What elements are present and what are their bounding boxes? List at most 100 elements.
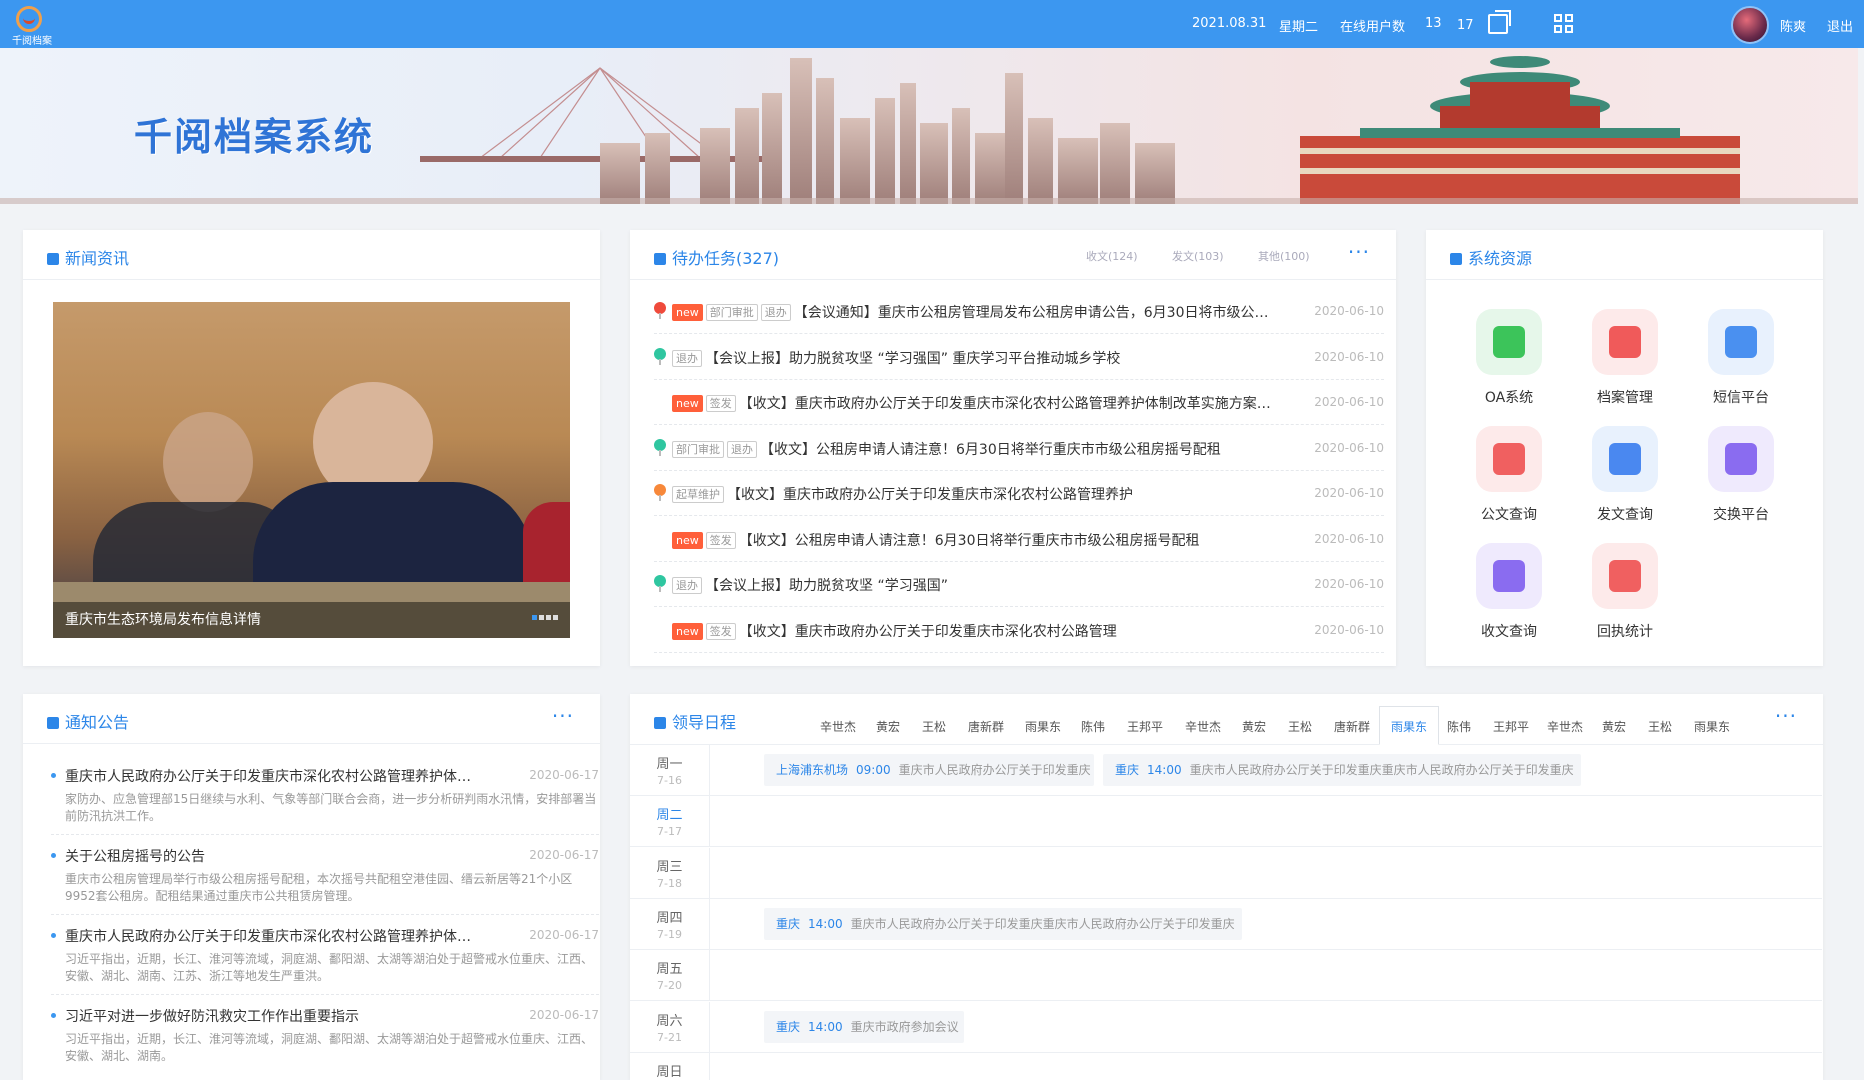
schedule-event[interactable]: 重庆 14:00 重庆市人民政府办公厅关于印发重庆重庆市人民政府办公厅关于印发重庆: [764, 907, 1242, 940]
logout-link[interactable]: 退出: [1827, 16, 1853, 35]
schedule-event[interactable]: 重庆 14:00 重庆市政府参加会议: [764, 1010, 964, 1043]
resource-tile[interactable]: [1476, 543, 1542, 609]
event-text: 重庆市人民政府办公厅关于印发重庆重庆市人民政府办公厅关于印发重庆: [1189, 763, 1574, 777]
resource-tile[interactable]: [1708, 426, 1774, 492]
leader-tab[interactable]: 王邦平: [1127, 718, 1163, 735]
resource-tile[interactable]: [1476, 426, 1542, 492]
resource-item[interactable]: 回执统计: [1575, 543, 1675, 641]
event-text: 重庆市人民政府办公厅关于印发重庆重庆市人民政府办公厅关于印发重庆: [850, 916, 1235, 931]
tab-sent[interactable]: 发文(103): [1172, 248, 1224, 264]
carousel-dot[interactable]: [553, 615, 558, 620]
leader-tab[interactable]: 辛世杰: [1547, 718, 1583, 735]
resource-item[interactable]: 交换平台: [1691, 426, 1791, 524]
leader-tab[interactable]: 雨果东: [1391, 718, 1427, 735]
task-title[interactable]: 起草维护 【收文】重庆市政府办公厅关于印发重庆市深化农村公路管理养护: [672, 484, 1272, 504]
notice-summary: 习近平指出，近期，长江、淮河等流域，洞庭湖、鄱阳湖、太湖等湖泊处于超警戒水位重庆…: [65, 952, 594, 983]
schedule-day-row: 周三 7-18: [630, 847, 1822, 899]
task-title[interactable]: 部门审批 退办 【收文】公租房申请人请注意！6月30日将举行重庆市市级公租房摇号配租: [672, 439, 1272, 459]
task-date: 2020-06-10: [1314, 304, 1384, 318]
leader-tab[interactable]: 雨果东: [1025, 718, 1061, 735]
task-title[interactable]: new 签发 【收文】公租房申请人请注意！6月30日将举行重庆市市级公租房摇号配租: [672, 530, 1272, 550]
task-row[interactable]: 退办 【会议上报】助力脱贫攻坚 “学习强国” 2020-06-10: [654, 561, 1384, 607]
app-logo[interactable]: 千阅档案: [12, 6, 52, 47]
resource-item[interactable]: 公文查询: [1459, 426, 1559, 524]
leader-tab[interactable]: 辛世杰: [1185, 718, 1221, 735]
task-list-icon: [654, 253, 666, 265]
resource-item[interactable]: 短信平台: [1691, 309, 1791, 407]
schedule-event[interactable]: 上海浦东机场 09:00 重庆市人民政府办公厅关于印发重庆: [764, 754, 1094, 786]
leader-tab[interactable]: 唐新群: [968, 718, 1004, 735]
leader-tab[interactable]: 陈伟: [1081, 718, 1105, 735]
task-row[interactable]: 退办 【会议上报】助力脱贫攻坚 “学习强国” 重庆学习平台推动城乡学校 2020-0…: [654, 334, 1384, 380]
carousel-dot[interactable]: [539, 615, 544, 620]
bar-chart-icon: [1609, 560, 1641, 592]
current-date: 2021.08.31: [1192, 16, 1267, 31]
leader-tab[interactable]: 唐新群: [1334, 718, 1370, 735]
schedule-card-header: 领导日程 辛世杰 黄宏 王松 唐新群 雨果东 陈伟 王邦平 辛世杰 黄宏 王松 唐新群 雨果东 陈伟 王邦…: [630, 694, 1823, 745]
task-row[interactable]: 起草维护 【收文】重庆市政府办公厅关于印发重庆市深化农村公路管理养护 2020-06…: [654, 470, 1384, 516]
resource-item[interactable]: 发文查询: [1575, 426, 1675, 524]
user-name[interactable]: 陈爽: [1780, 16, 1806, 35]
leader-tab[interactable]: 王松: [922, 718, 946, 735]
leader-tab[interactable]: 黄宏: [1602, 718, 1626, 735]
task-row[interactable]: new 签发 【收文】重庆市政府办公厅关于印发重庆市深化农村公路管理 2020-06-…: [654, 607, 1384, 653]
leader-tab[interactable]: 黄宏: [876, 718, 900, 735]
resource-tile[interactable]: [1592, 426, 1658, 492]
tasks-more-button[interactable]: ···: [1348, 240, 1370, 264]
event-time: 14:00: [808, 916, 843, 931]
resource-item[interactable]: 收文查询: [1459, 543, 1559, 641]
notice-summary: 重庆市公租房管理局举行市级公租房摇号配租，本次摇号共配租空港佳园、缙云新居等21…: [65, 872, 573, 903]
task-title[interactable]: 退办 【会议上报】助力脱贫攻坚 “学习强国”: [672, 575, 1272, 595]
notice-title[interactable]: 重庆市人民政府办公厅关于印发重庆市深化农村公路管理养护体制...: [51, 766, 471, 786]
schedule-event[interactable]: 重庆 14:00 重庆市人民政府办公厅关于印发重庆重庆市人民政府办公厅关于印发重庆: [1103, 754, 1581, 786]
user-avatar[interactable]: [1731, 6, 1769, 44]
news-caption[interactable]: 重庆市生态环境局发布信息详情: [65, 609, 261, 629]
task-title[interactable]: new 签发 【收文】重庆市政府办公厅关于印发重庆市深化农村公路管理: [672, 621, 1272, 641]
news-card: 新闻资讯 重庆市生态环境局发布信息详情: [23, 230, 600, 666]
notice-item[interactable]: 重庆市人民政府办公厅关于印发重庆市深化农村公路管理养护体制... 2020-06-…: [51, 766, 599, 825]
window-icon[interactable]: [1488, 10, 1511, 34]
leader-tab[interactable]: 陈伟: [1447, 718, 1471, 735]
notice-item[interactable]: 习近平对进一步做好防汛救灾工作作出重要指示 2020-06-17 习近平指出，近期，…: [51, 1006, 599, 1065]
resource-item[interactable]: 档案管理: [1575, 309, 1675, 407]
event-time: 09:00: [856, 763, 891, 777]
resource-tile[interactable]: [1592, 543, 1658, 609]
leader-tab[interactable]: 雨果东: [1694, 718, 1730, 735]
task-title[interactable]: 退办 【会议上报】助力脱贫攻坚 “学习强国” 重庆学习平台推动城乡学校: [672, 348, 1272, 368]
leader-tab[interactable]: 辛世杰: [820, 718, 856, 735]
task-tag: new: [672, 395, 703, 412]
task-title[interactable]: new 部门审批 退办 【会议通知】重庆市公租房管理局发布公租房申请公告，6月30日将…: [672, 302, 1272, 322]
tab-received[interactable]: 收文(124): [1086, 248, 1138, 264]
resource-tile[interactable]: [1476, 309, 1542, 375]
task-row[interactable]: 部门审批 退办 【收文】公租房申请人请注意！6月30日将举行重庆市市级公租房摇号配租…: [654, 425, 1384, 471]
notice-title[interactable]: 习近平对进一步做好防汛救灾工作作出重要指示: [51, 1006, 471, 1026]
notice-title[interactable]: 重庆市人民政府办公厅关于印发重庆市深化农村公路管理养护体制...: [51, 926, 471, 946]
resource-label: 收文查询: [1481, 624, 1537, 640]
resource-label: 公文查询: [1481, 507, 1537, 523]
notice-title[interactable]: 关于公租房摇号的公告: [51, 846, 471, 866]
notices-more-button[interactable]: ···: [552, 704, 574, 728]
notice-item[interactable]: 重庆市人民政府办公厅关于印发重庆市深化农村公路管理养护体制... 2020-06-…: [51, 926, 599, 985]
resource-tile[interactable]: [1592, 309, 1658, 375]
day-date: 7-20: [657, 979, 682, 993]
tab-other[interactable]: 其他(100): [1258, 248, 1310, 264]
task-row[interactable]: new 部门审批 退办 【会议通知】重庆市公租房管理局发布公租房申请公告，6月30日将…: [654, 288, 1384, 334]
news-carousel-image[interactable]: 重庆市生态环境局发布信息详情: [53, 302, 570, 638]
banner-title: 千阅档案系统: [134, 114, 375, 159]
resource-item[interactable]: OA系统: [1459, 309, 1559, 407]
leader-tab[interactable]: 黄宏: [1242, 718, 1266, 735]
page-scrollbar[interactable]: [1858, 48, 1864, 1080]
apps-grid-icon[interactable]: [1554, 14, 1574, 34]
schedule-more-button[interactable]: ···: [1775, 704, 1797, 728]
task-row[interactable]: new 签发 【收文】重庆市政府办公厅关于印发重庆市深化农村公路管理养护体制改革实施…: [654, 379, 1384, 425]
carousel-dot[interactable]: [546, 615, 551, 620]
task-tag: new: [672, 304, 703, 321]
leader-tab[interactable]: 王松: [1648, 718, 1672, 735]
resource-tile[interactable]: [1708, 309, 1774, 375]
task-row[interactable]: new 签发 【收文】公租房申请人请注意！6月30日将举行重庆市市级公租房摇号配租 2…: [654, 516, 1384, 562]
carousel-dot[interactable]: [532, 615, 537, 620]
leader-tab[interactable]: 王邦平: [1493, 718, 1529, 735]
leader-tab[interactable]: 王松: [1288, 718, 1312, 735]
notice-item[interactable]: 关于公租房摇号的公告 2020-06-17 重庆市公租房管理局举行市级公租房摇号配租…: [51, 846, 599, 905]
task-title[interactable]: new 签发 【收文】重庆市政府办公厅关于印发重庆市深化农村公路管理养护体制改革实施…: [672, 393, 1272, 413]
